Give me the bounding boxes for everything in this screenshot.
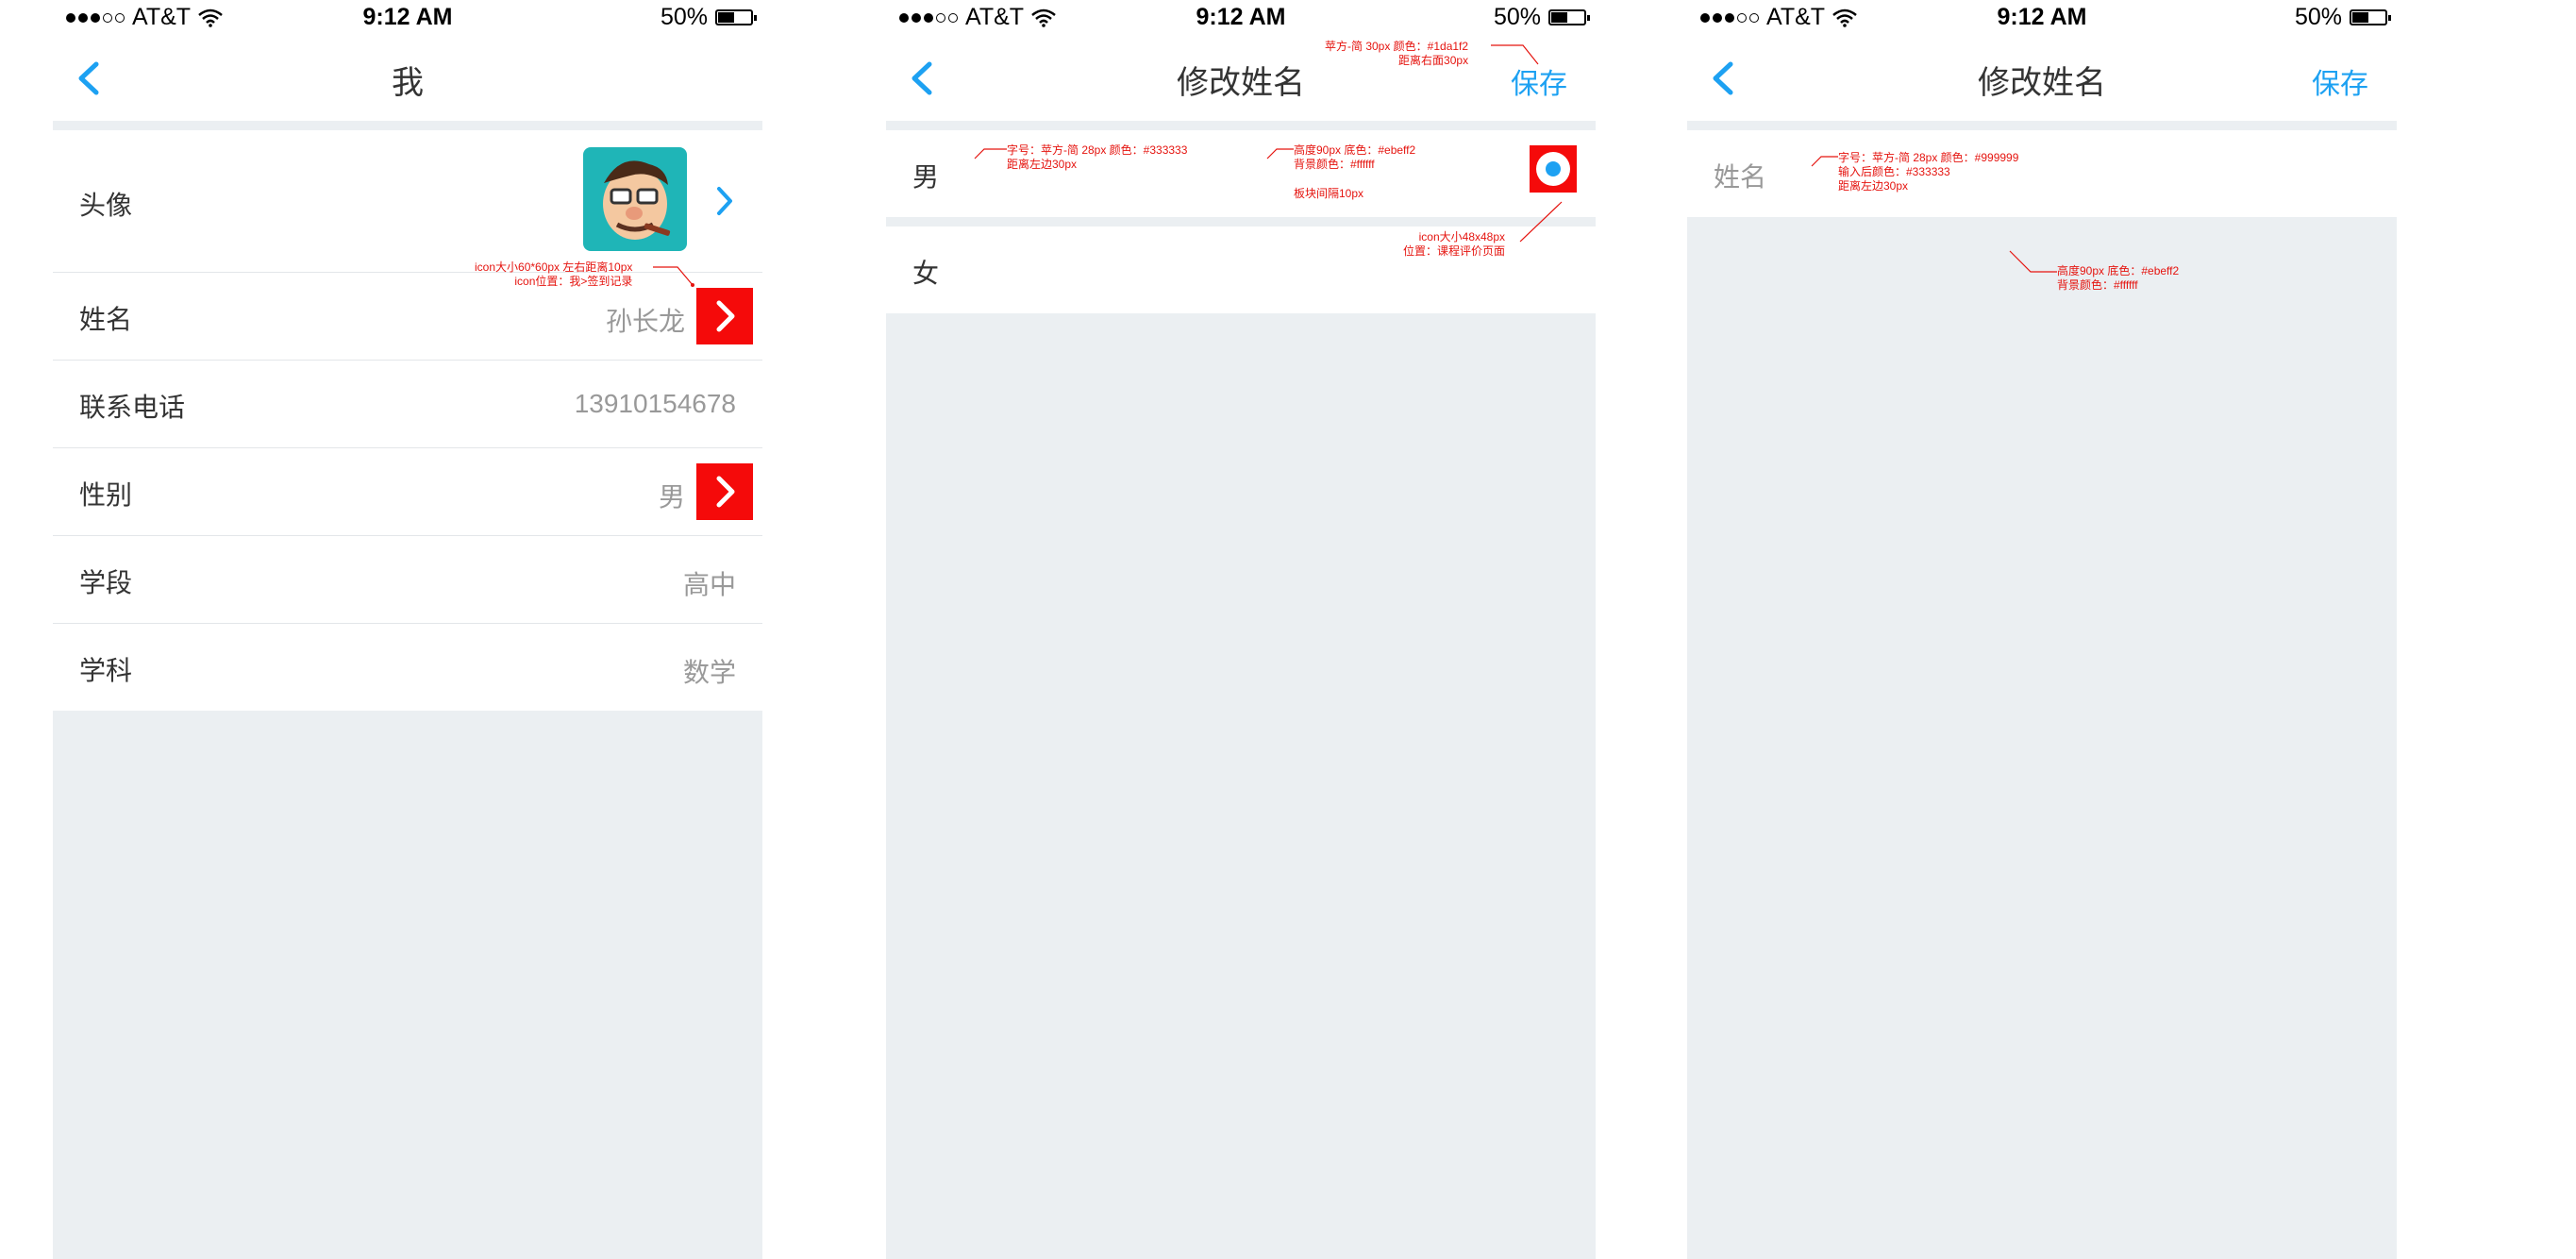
annotation-arrow [974, 148, 1007, 159]
annotation-gap: 板块间隔10px [1294, 187, 1364, 200]
option-label: 女 [912, 259, 940, 288]
nav-bar: 修改姓名 保存 [1687, 38, 2397, 121]
page-title: 修改姓名 [1978, 65, 2106, 101]
page-title: 我 [392, 65, 424, 101]
avatar [583, 147, 687, 251]
status-bar: AT&T 9:12 AM 50% [53, 0, 762, 38]
name-input-field[interactable]: 姓名 [1687, 130, 2397, 217]
annotation-row: 高度90px 底色：#ebeff2 背景颜色：#ffffff [1294, 143, 1415, 172]
radio-selected-icon [1530, 145, 1577, 193]
annotation-line: 字号：苹方-简 28px 颜色：#333333 [1007, 143, 1188, 157]
annotation-line: 背景颜色：#ffffff [1294, 158, 1375, 171]
edit-name-screen: AT&T 9:12 AM 50% 修改姓名 保存 姓名 字号：苹方-简 28px… [1687, 0, 2397, 1259]
annotation-line: icon大小60*60px 左右距离10px [475, 260, 633, 274]
annotation-save: 苹方-简 30px 颜色：#1da1f2 距离右面30px [1325, 40, 1468, 68]
profile-screen: AT&T 9:12 AM 50% 我 头像 姓名 孙长龙 联系电话 139101… [53, 0, 762, 1259]
chevron-right-icon [696, 463, 753, 520]
annotation-arrow [1519, 201, 1563, 243]
list-item-avatar[interactable]: 头像 [53, 130, 762, 273]
battery-percent: 50% [2294, 4, 2342, 30]
annotation-line: icon大小48x48px [1418, 230, 1506, 243]
annotation-font: 字号：苹方-简 28px 颜色：#999999 输入后颜色：#333333 距离… [1838, 151, 2018, 193]
annotation-arrow [1266, 148, 1294, 159]
list-item-phone: 联系电话 13910154678 [53, 361, 762, 448]
save-button[interactable]: 保存 [2312, 60, 2368, 102]
chevron-right-icon [696, 288, 753, 344]
battery-icon [715, 9, 757, 25]
annotation-icon-size: icon大小60*60px 左右距离10px icon位置：我>签到记录 [475, 260, 632, 289]
row-label: 联系电话 [79, 393, 186, 422]
row-value: 数学 [682, 658, 736, 687]
list-item-stage: 学段 高中 [53, 536, 762, 624]
status-bar: AT&T 9:12 AM 50% [1687, 0, 2397, 38]
name-input-placeholder: 姓名 [1714, 162, 1767, 192]
annotation-line: 距离左边30px [1007, 158, 1078, 171]
annotation-arrow [1491, 44, 1539, 65]
list-item-subject: 学科 数学 [53, 624, 762, 711]
option-label: 男 [912, 162, 940, 192]
battery-percent: 50% [1493, 4, 1541, 30]
annotation-arrow [653, 266, 694, 287]
profile-list: 头像 姓名 孙长龙 联系电话 13910154678 性别 男 学段 高中 学科… [53, 130, 762, 711]
annotation-line: 距离右面30px [1398, 54, 1469, 67]
annotation-icon: icon大小48x48px 位置：课程评价页面 [1403, 230, 1505, 259]
annotation-line: 高度90px 底色：#ebeff2 [2057, 264, 2180, 277]
row-label: 性别 [79, 480, 133, 510]
row-label: 头像 [79, 191, 133, 220]
battery-icon [1548, 9, 1590, 25]
list-item-gender[interactable]: 性别 男 [53, 448, 762, 536]
status-bar: AT&T 9:12 AM 50% [886, 0, 1596, 38]
annotation-arrow [2009, 250, 2057, 273]
battery-icon [2350, 9, 2391, 25]
chevron-right-icon [717, 187, 732, 215]
annotation-line: 字号：苹方-简 28px 颜色：#999999 [1838, 151, 2019, 164]
row-label: 学段 [79, 568, 133, 597]
gender-option-male[interactable]: 男 [886, 130, 1596, 217]
clock: 9:12 AM [1196, 4, 1286, 30]
row-value: 男 [658, 482, 685, 512]
annotation-line: 高度90px 底色：#ebeff2 [1294, 143, 1416, 157]
annotation-line: 输入后颜色：#333333 [1838, 165, 1950, 178]
clock: 9:12 AM [1997, 4, 2087, 30]
annotation-arrow [1811, 156, 1838, 167]
annotation-line: 背景颜色：#ffffff [2057, 278, 2138, 292]
clock: 9:12 AM [362, 4, 453, 30]
annotation-line: 位置：课程评价页面 [1403, 244, 1506, 258]
row-value: 13910154678 [574, 389, 736, 418]
annotation-row: 高度90px 底色：#ebeff2 背景颜色：#ffffff [2057, 264, 2179, 293]
option-row: 男 [886, 130, 1596, 217]
annotation-line: 苹方-简 30px 颜色：#1da1f2 [1325, 40, 1469, 53]
nav-bar: 我 [53, 38, 762, 121]
row-value: 孙长龙 [605, 307, 685, 336]
row-value: 高中 [682, 570, 736, 599]
row-label: 学科 [79, 656, 133, 685]
annotation-line: icon位置：我>签到记录 [514, 275, 633, 288]
annotation-line: 距离左边30px [1838, 179, 1909, 193]
annotation-font: 字号：苹方-简 28px 颜色：#333333 距离左边30px [1007, 143, 1187, 172]
row-label: 姓名 [79, 305, 133, 334]
edit-gender-screen: AT&T 9:12 AM 50% 修改姓名 保存 男 女 字号：苹方-简 28p… [886, 0, 1596, 1259]
battery-percent: 50% [660, 4, 708, 30]
